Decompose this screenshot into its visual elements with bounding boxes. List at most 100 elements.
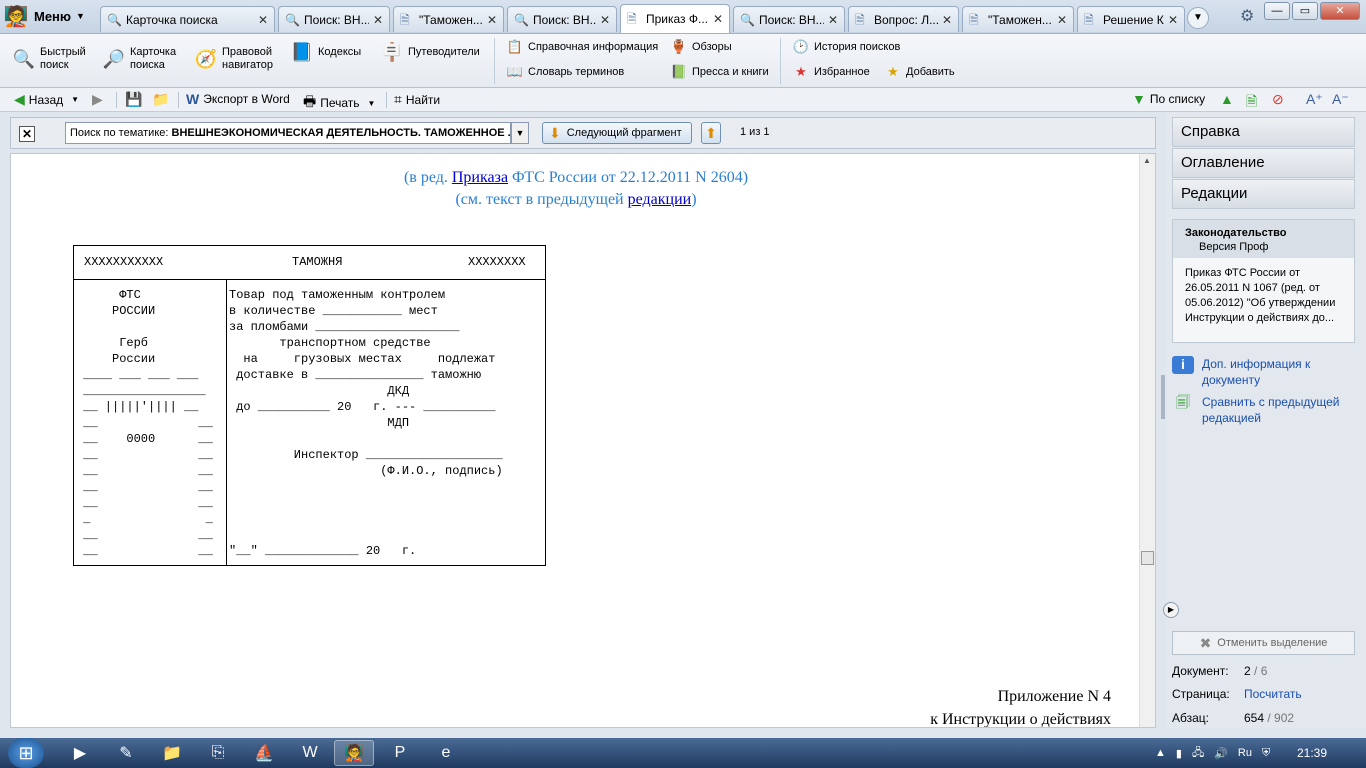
search-icon: 🔍 bbox=[107, 12, 122, 27]
start-button[interactable]: ⊞ bbox=[8, 738, 44, 768]
word-icon: W bbox=[186, 91, 200, 107]
close-tab-icon[interactable]: ✕ bbox=[1057, 13, 1067, 27]
search-history-button[interactable]: 🕑 История поисков bbox=[792, 39, 900, 55]
pdf-reader-icon[interactable]: ⎘ bbox=[198, 740, 238, 766]
zoom-in-font-button[interactable]: A⁺ bbox=[1306, 91, 1327, 108]
network-icon[interactable]: 🖧 bbox=[1192, 744, 1204, 763]
tab-6[interactable]: 🔍 Поиск: ВН... ✕ bbox=[733, 6, 845, 32]
para-counter-total: / 902 bbox=[1264, 711, 1295, 725]
save-to-folder-button[interactable]: 📁 bbox=[152, 91, 173, 108]
search-icon: 🔍 bbox=[740, 12, 755, 27]
by-list-button[interactable]: ▼ По списку bbox=[1132, 91, 1205, 107]
unselect-button[interactable]: ✖ Отменить выделение bbox=[1172, 631, 1355, 655]
info-header: Законодательство Версия Проф bbox=[1173, 220, 1354, 258]
codes-button[interactable]: 📘 Кодексы bbox=[290, 42, 361, 62]
search-history-dropdown[interactable]: ▼ bbox=[511, 122, 529, 144]
reference-info-button[interactable]: 📋 Справочная информация bbox=[506, 39, 658, 55]
next-fragment-button[interactable]: ⬇ Следующий фрагмент bbox=[542, 122, 692, 144]
settings-icon[interactable]: ⚙ bbox=[1240, 6, 1254, 26]
add-favorite-button[interactable]: ★ Добавить bbox=[884, 64, 955, 80]
editions-tab[interactable]: Редакции bbox=[1172, 179, 1355, 209]
search-query-field[interactable]: Поиск по тематике: ВНЕШНЕЭКОНОМИЧЕСКАЯ Д… bbox=[65, 122, 511, 144]
acrobat-icon[interactable]: ⛵ bbox=[244, 740, 284, 766]
tab-8[interactable]: 🗎 "Таможен... ✕ bbox=[962, 6, 1074, 32]
document-view[interactable]: (в ред. Приказа ФТС России от 22.12.2011… bbox=[10, 153, 1156, 728]
contents-tab[interactable]: Оглавление bbox=[1172, 148, 1355, 178]
consultant-taskbar-icon[interactable]: 🧑‍🏫 bbox=[334, 740, 374, 766]
powerpoint-icon[interactable]: P bbox=[380, 740, 420, 766]
export-word-button[interactable]: W Экспорт в Word bbox=[186, 91, 290, 107]
save-button[interactable]: 💾 bbox=[125, 91, 146, 108]
close-search-button[interactable]: ✕ bbox=[19, 126, 35, 142]
word-taskbar-icon[interactable]: W bbox=[290, 740, 330, 766]
tab-3[interactable]: 🗎 "Таможен... ✕ bbox=[393, 6, 504, 32]
language-indicator[interactable]: Ru bbox=[1238, 747, 1252, 759]
tab-9[interactable]: 🗎 Решение К... ✕ bbox=[1077, 6, 1185, 32]
close-tab-icon[interactable]: ✕ bbox=[828, 13, 838, 27]
volume-icon[interactable]: 🔊 bbox=[1214, 747, 1228, 760]
tab-1[interactable]: 🔍 Карточка поиска ✕ bbox=[100, 6, 275, 32]
clock[interactable]: 21:39 bbox=[1297, 746, 1327, 760]
search-card-button[interactable]: 🔎 Карточка поиска bbox=[102, 46, 176, 72]
find-button[interactable]: ⌗ Найти bbox=[394, 91, 440, 108]
reviews-icon: 🏺 bbox=[670, 39, 688, 54]
reviews-button[interactable]: 🏺 Обзоры bbox=[670, 39, 732, 55]
scrollbar-thumb[interactable] bbox=[1141, 551, 1154, 565]
explorer-folder-icon[interactable]: 📁 bbox=[152, 740, 192, 766]
previous-fragment-button[interactable]: ⬆ bbox=[701, 122, 721, 144]
up-list-button[interactable]: ▲ bbox=[1220, 91, 1238, 107]
order-link[interactable]: Приказа bbox=[452, 169, 508, 186]
close-window-button[interactable]: ✕ bbox=[1320, 2, 1360, 20]
tab-5[interactable]: 🗎 Приказ Ф... ✕ bbox=[620, 4, 730, 33]
tray-expand-icon[interactable]: ▲ bbox=[1155, 747, 1166, 759]
close-tab-icon[interactable]: ✕ bbox=[1168, 13, 1178, 27]
help-tab[interactable]: Справка bbox=[1172, 117, 1355, 147]
forward-button[interactable]: ▶ bbox=[92, 91, 107, 108]
favorites-star-icon: ★ bbox=[795, 64, 807, 79]
collapse-panel-button[interactable]: ▶ bbox=[1163, 602, 1179, 618]
back-button[interactable]: ◀ Назад ▼ bbox=[14, 91, 79, 108]
tab-7[interactable]: 🗎 Вопрос: Л... ✕ bbox=[848, 6, 959, 32]
appendix-title: Приложение N 4 bbox=[997, 688, 1111, 705]
signal-icon[interactable]: ▮ bbox=[1176, 747, 1182, 760]
tools-icon[interactable]: ✎ bbox=[106, 740, 146, 766]
next-fragment-label: Следующий фрагмент bbox=[566, 127, 682, 139]
close-tab-icon[interactable]: ✕ bbox=[713, 12, 723, 26]
document-counter: Документ: 2 / 6 bbox=[1172, 664, 1267, 678]
close-tab-icon[interactable]: ✕ bbox=[258, 13, 268, 27]
count-pages-link[interactable]: Посчитать bbox=[1244, 687, 1302, 701]
close-tab-icon[interactable]: ✕ bbox=[942, 13, 952, 27]
zoom-out-font-button[interactable]: A⁻ bbox=[1332, 91, 1353, 108]
internet-explorer-icon[interactable]: e bbox=[426, 740, 466, 766]
tab-4[interactable]: 🔍 Поиск: ВН... ✕ bbox=[507, 6, 617, 32]
legal-navigator-button[interactable]: 🧭 Правовой навигатор bbox=[194, 46, 273, 72]
quick-search-button[interactable]: 🔍 Быстрый поиск bbox=[12, 46, 86, 72]
book-icon: 📘 bbox=[290, 42, 314, 62]
press-books-button[interactable]: 📗 Пресса и книги bbox=[670, 64, 769, 80]
tab-2[interactable]: 🔍 Поиск: ВН... ✕ bbox=[278, 6, 390, 32]
favorites-button[interactable]: ★ Избранное bbox=[792, 64, 870, 80]
minimize-button[interactable]: — bbox=[1264, 2, 1290, 20]
remove-mark-button[interactable]: ⊘ bbox=[1272, 91, 1288, 108]
document-scrollbar[interactable]: ▲ bbox=[1139, 154, 1155, 727]
document-icon: 🗎 bbox=[855, 12, 865, 27]
previous-edition-link[interactable]: редакции bbox=[628, 191, 692, 208]
scroll-up-icon[interactable]: ▲ bbox=[1143, 156, 1151, 165]
media-player-icon[interactable]: ▶ bbox=[60, 740, 100, 766]
tabs-dropdown-button[interactable]: ▼ bbox=[1187, 7, 1209, 29]
maximize-button[interactable]: ▭ bbox=[1292, 2, 1318, 20]
close-tab-icon[interactable]: ✕ bbox=[600, 13, 610, 27]
print-button[interactable]: 🖶 Печать ▼ bbox=[303, 91, 375, 115]
menu-button[interactable]: 🧑‍🏫 Меню ▼ bbox=[2, 1, 92, 31]
close-tab-icon[interactable]: ✕ bbox=[373, 13, 383, 27]
security-icon[interactable]: ⛨ bbox=[1262, 747, 1270, 760]
extra-info-link[interactable]: i Доп. информация к документу bbox=[1172, 356, 1352, 388]
guides-label: Путеводители bbox=[408, 46, 480, 58]
panel-splitter[interactable] bbox=[1161, 375, 1165, 419]
add-label: Добавить bbox=[906, 66, 955, 78]
guides-button[interactable]: 🪧 Путеводители bbox=[380, 43, 480, 61]
compare-editions-link[interactable]: 🗐 Сравнить с предыдущей редакцией bbox=[1172, 394, 1357, 426]
chevron-down-icon: ▼ bbox=[76, 11, 85, 21]
glossary-button[interactable]: 📖 Словарь терминов bbox=[506, 64, 624, 80]
close-tab-icon[interactable]: ✕ bbox=[487, 13, 497, 27]
